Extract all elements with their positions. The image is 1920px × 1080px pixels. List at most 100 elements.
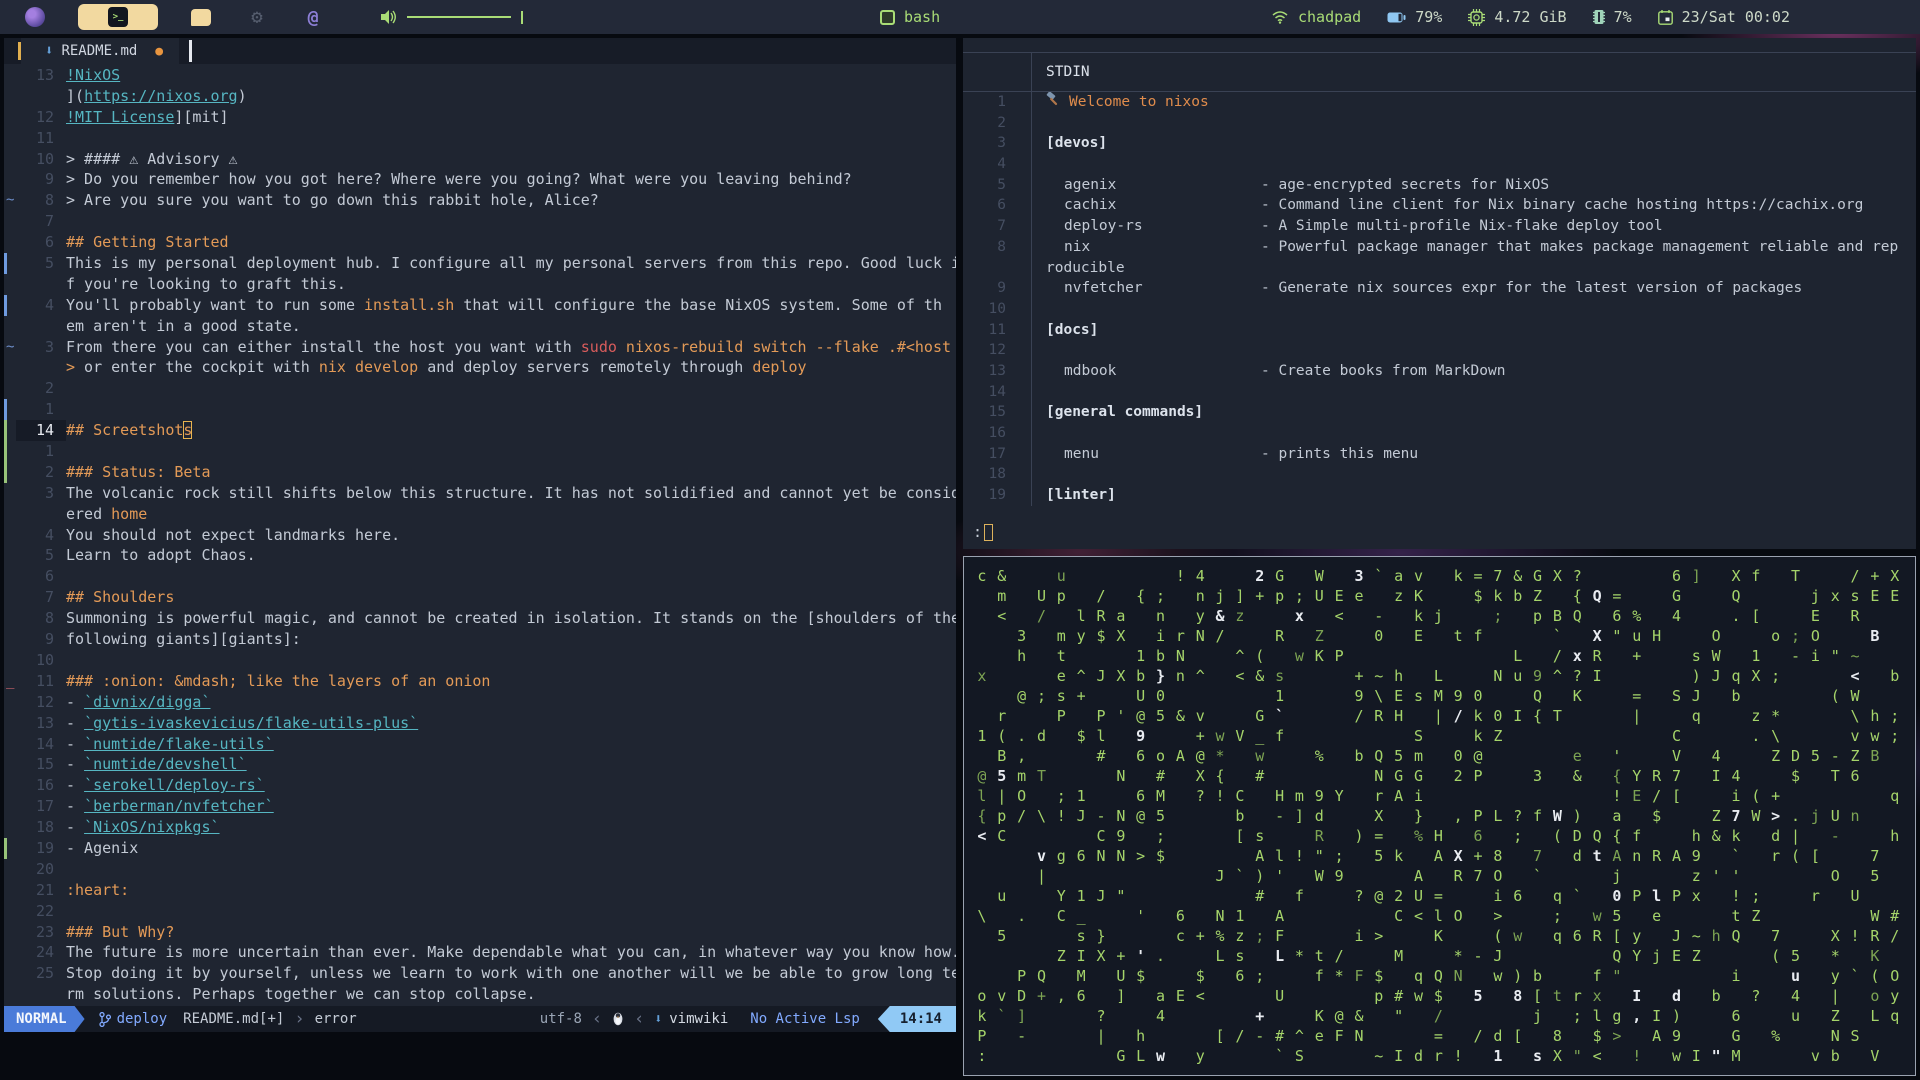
matrix-row: c & u ! 4 2G W 3 ` a v k = 7 & G X? 6] Xf T / + X: [977, 567, 1900, 585]
editor-row[interactable]: 5 Learn to adopt Chaos.: [4, 545, 956, 566]
memory-usage: 4.72 GiB: [1494, 8, 1567, 26]
volume-slider[interactable]: [407, 16, 511, 18]
pager-line-number: 4: [963, 154, 1032, 175]
editor-row[interactable]: 2 ### Status: Beta: [4, 461, 956, 483]
editor-row[interactable]: ered home: [4, 504, 956, 525]
editor-row[interactable]: 4 You'll probably want to run some instal…: [4, 294, 956, 316]
editor-row[interactable]: rm solutions. Perhaps together we can st…: [4, 984, 956, 1005]
editor-row[interactable]: 21:heart:: [4, 880, 956, 901]
workspace-at[interactable]: @: [300, 4, 326, 30]
editor-row[interactable]: 14 ## Screetshots: [4, 420, 956, 442]
matrix-row: {p / \! J - N @5 b -] d X } , P L? f W) a $ Z 7 W >. j U…: [977, 807, 1860, 825]
editor-row[interactable]: 6: [4, 566, 956, 587]
editor-row[interactable]: 14 - `numtide/flake-utils`: [4, 734, 956, 755]
pager-prompt[interactable]: :: [973, 523, 994, 541]
package-name: menu: [1064, 445, 1099, 462]
markdown-link[interactable]: `berberman/nvfetcher`: [84, 797, 274, 815]
gutter-sign: [4, 880, 16, 901]
editor-row[interactable]: ~3 From there you can either install the …: [4, 337, 956, 358]
matrix-row: r P P ' @5 & v G ` / R H | / k 0 I{T | q z * \ h;: [997, 707, 1900, 725]
markdown-link[interactable]: `NixOS/nixpkgs`: [84, 818, 219, 836]
editor-row[interactable]: 13 !NixOS: [4, 65, 956, 86]
wifi-icon: [1271, 10, 1289, 24]
line-number: 23: [35, 922, 54, 941]
gutter-sign: [4, 65, 16, 86]
markdown-link[interactable]: `divnix/digga`: [84, 693, 210, 711]
editor-row[interactable]: 10: [4, 650, 956, 671]
editor-row[interactable]: 3 The volcanic rock still shifts below th…: [4, 483, 956, 504]
editor-row[interactable]: 7: [4, 211, 956, 232]
matrix-rain-window[interactable]: c & u ! 4 2G W 3 ` a v k = 7 & G X? 6] Xf T / + X m …: [963, 556, 1916, 1076]
markdown-link[interactable]: https://nixos.org: [84, 87, 238, 105]
editor-row[interactable]: 9 > Do you remember how you got here? Whe…: [4, 169, 956, 190]
editor-row[interactable]: > or enter the cockpit with nix develop …: [4, 357, 956, 378]
editor-row[interactable]: 22: [4, 901, 956, 922]
workspace-chat[interactable]: [188, 4, 214, 30]
volume-control[interactable]: [380, 9, 523, 25]
editor-row[interactable]: 17 - `berberman/nvfetcher`: [4, 796, 956, 817]
editor-row[interactable]: ~8 > Are you sure you want to go down thi…: [4, 190, 956, 211]
editor-row[interactable]: 7 ## Shoulders: [4, 587, 956, 608]
editor-row[interactable]: ](https://nixos.org): [4, 86, 956, 107]
editor-row[interactable]: 13 - `gytis-ivaskevicius/flake-utils-plus…: [4, 713, 956, 734]
editor-row[interactable]: 6 ## Getting Started: [4, 232, 956, 253]
editor-row[interactable]: 19 - Agenix: [4, 837, 956, 859]
tab-readme[interactable]: ⬇ README.md ●: [21, 38, 180, 64]
battery-icon: [1387, 12, 1406, 23]
encoding: utf-8: [539, 1011, 582, 1027]
markdown-link[interactable]: `numtide/flake-utils`: [84, 735, 274, 753]
code-line: em aren't in a good state.: [66, 316, 301, 335]
gutter-sign-bar-blue: [4, 399, 16, 421]
editor-row[interactable]: em aren't in a good state.: [4, 316, 956, 337]
editor-row[interactable]: 10 > #### ⚠ Advisory ⚠: [4, 149, 956, 170]
editor-row[interactable]: 12 - `divnix/digga`: [4, 692, 956, 713]
pager-row: 12: [963, 340, 1916, 361]
editor-row[interactable]: 23 ### But Why?: [4, 922, 956, 943]
editor-row[interactable]: _ 11 ### :onion: &mdash; like the layers o…: [4, 671, 956, 692]
line-number: [16, 86, 66, 107]
markdown-link[interactable]: !NixOS: [66, 66, 120, 84]
editor-row[interactable]: 20: [4, 859, 956, 880]
matrix-row: PQ M U $ $ 6; f * F $ qQN w) b f " i u y `(O: [1017, 967, 1900, 985]
workspace-settings[interactable]: ⚙: [244, 4, 270, 30]
gutter-sign: [4, 587, 16, 608]
gutter-sign: [4, 922, 16, 943]
editor-row[interactable]: 11: [4, 128, 956, 149]
editor-row[interactable]: 1: [4, 441, 956, 462]
matrix-row: B, # 6 o A @ * w % bQ5m 0 @ e ' V 4 ZD5-ZB: [997, 747, 1880, 765]
editor-row[interactable]: 24 The future is more uncertain than ever…: [4, 942, 956, 963]
pager-row: 6 cachix - Command line client for Nix bin…: [963, 195, 1916, 217]
workspace-terminal-active[interactable]: >_: [78, 4, 158, 30]
volume-slider-handle[interactable]: [521, 10, 523, 24]
chevron-right-icon: ›: [294, 1009, 305, 1029]
editor-window: ⬇ README.md ● 13 !NixOS](https://nixos.or…: [4, 38, 956, 1032]
pager-line-number: 1: [963, 92, 1032, 113]
gutter-sign: [4, 608, 16, 629]
editor-row[interactable]: 1: [4, 399, 956, 421]
pager-line-number: 13: [963, 360, 1032, 382]
editor-row[interactable]: 16 - `serokell/deploy-rs`: [4, 775, 956, 796]
package-description: - age-encrypted secrets for NixOS: [1261, 176, 1550, 193]
editor-row[interactable]: 12 !MIT License][mit]: [4, 107, 956, 128]
markdown-link[interactable]: !MIT License: [66, 108, 174, 126]
markdown-link[interactable]: `numtide/devshell`: [84, 755, 247, 773]
editor-row[interactable]: 18 - `NixOS/nixpkgs`: [4, 817, 956, 838]
editor-row[interactable]: 25 Stop doing it by yourself, unless we l…: [4, 963, 956, 984]
filename: README.md[+]: [183, 1011, 285, 1027]
editor-row[interactable]: 5 This is my personal deployment hub. I c…: [4, 253, 956, 274]
workspace-firefox[interactable]: [22, 4, 48, 30]
markdown-link[interactable]: `gytis-ivaskevicius/flake-utils-plus`: [84, 714, 418, 732]
line-number: 14: [16, 420, 66, 442]
editor-row[interactable]: 4 You should not expect landmarks here.: [4, 525, 956, 546]
editor-row[interactable]: 15 - `numtide/devshell`: [4, 754, 956, 775]
editor-row[interactable]: 8 Summoning is powerful magic, and cannot…: [4, 608, 956, 629]
gutter-sign: [4, 169, 16, 190]
editor-row[interactable]: f you're looking to graft this.: [4, 274, 956, 295]
markdown-link[interactable]: `serokell/deploy-rs`: [84, 776, 265, 794]
editor-row[interactable]: 2: [4, 378, 956, 399]
code-line: - Agenix: [66, 838, 139, 857]
editor-row[interactable]: 9 following giants][giants]:: [4, 629, 956, 650]
code-line: Learn to adopt Chaos.: [66, 546, 256, 565]
